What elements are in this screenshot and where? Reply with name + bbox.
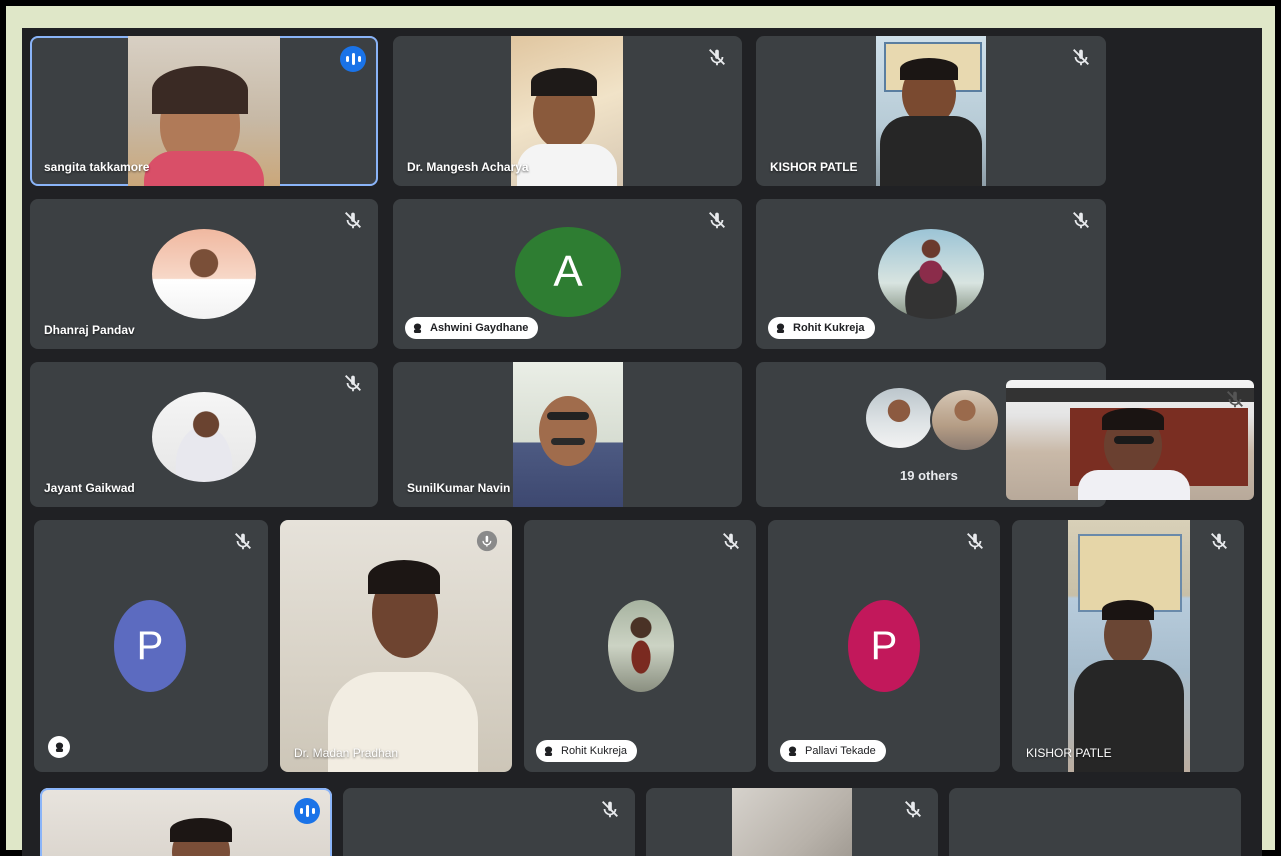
participant-tile[interactable]: Rohit Kukreja [524,520,756,772]
participant-name: Jayant Gaikwad [44,481,135,495]
participant-tile[interactable]: Jayant Gaikwad [30,362,378,507]
avatar [152,229,256,319]
mic-off-icon [1227,391,1243,408]
audio-level-icon [340,46,366,72]
participant-name-pill: Rohit Kukreja [536,740,638,762]
person-hair [170,818,232,842]
participant-name: Rohit Kukreja [561,745,628,757]
participant-name: Pallavi Tekade [805,745,876,757]
participant-name: KISHOR PATLE [770,160,858,174]
participant-name-pill: Rohit Kukreja [768,317,875,339]
participant-name-pill: Ashwini Gaydhane [405,317,539,339]
pin-icon [776,322,785,333]
participant-name: Dr. Madan Pradhan [294,746,399,760]
meeting-grid: sangita takkamore Dr. Mangesh Acharya KI… [22,28,1262,856]
participant-video [732,788,852,856]
participant-name: Ashwini Gaydhane [430,322,529,334]
participant-video [1068,520,1190,772]
participant-name: sangita takkamore [44,160,150,174]
avatar: A [515,227,621,317]
participant-name: Dhanraj Pandav [44,323,135,337]
participant-tile[interactable]: sangita takkamore [30,36,378,186]
audio-level-icon [294,798,320,824]
others-count: 19 others [900,468,958,483]
person-hair [368,560,440,594]
participant-tile[interactable]: Dr. Madan Pradhan [280,520,512,772]
avatar [608,600,674,692]
pin-icon [413,322,422,333]
participant-name: Rohit Kukreja [793,322,865,334]
participant-tile[interactable]: Dhanraj Pandav [30,199,378,349]
participant-tile[interactable] [646,788,938,856]
participant-tile[interactable]: Rohit Kukreja [756,199,1106,349]
mic-off-icon [1073,212,1089,229]
participant-tile[interactable] [40,788,332,856]
mic-off-icon [345,375,361,392]
person-shirt [1078,470,1190,500]
participant-tile[interactable]: Dr. Mangesh Acharya [393,36,742,186]
participant-name: SunilKumar Navin [407,481,511,495]
avatar [866,388,932,448]
mic-off-icon [235,533,251,550]
ceiling-light [1006,388,1254,402]
participant-video [876,36,986,186]
participant-video [513,362,623,507]
pin-icon [544,745,553,756]
avatar [930,388,1000,452]
participant-name: KISHOR PATLE [1026,746,1112,760]
participant-tile[interactable] [343,788,635,856]
participant-name-pill: Pallavi Tekade [780,740,886,762]
avatar: P [848,600,920,692]
mic-off-icon [345,212,361,229]
avatar [878,229,984,319]
mic-off-icon [602,801,618,818]
mic-off-icon [967,533,983,550]
participant-name: Dr. Mangesh Acharya [407,160,529,174]
mic-off-icon [723,533,739,550]
participant-video [128,36,280,186]
mic-off-icon [905,801,921,818]
participant-tile[interactable]: KISHOR PATLE [756,36,1106,186]
mic-off-icon [476,530,498,552]
participant-tile[interactable]: KISHOR PATLE [1012,520,1244,772]
participant-tile[interactable]: A Ashwini Gaydhane [393,199,742,349]
pin-icon [788,745,797,756]
participant-tile[interactable]: P [34,520,268,772]
avatar: P [114,600,186,692]
mic-off-icon [709,49,725,66]
participant-tile[interactable]: P Pallavi Tekade [768,520,1000,772]
mic-off-icon [1073,49,1089,66]
person-hair [1102,408,1164,430]
self-view-tile[interactable] [1006,380,1254,500]
glasses [1114,436,1154,444]
mic-off-icon [1211,533,1227,550]
mic-off-icon [709,212,725,229]
screenshot-frame: sangita takkamore Dr. Mangesh Acharya KI… [6,6,1275,856]
pin-icon[interactable] [48,736,70,758]
participant-tile[interactable]: SunilKumar Navin [393,362,742,507]
avatar [152,392,256,482]
participant-tile[interactable] [949,788,1241,856]
